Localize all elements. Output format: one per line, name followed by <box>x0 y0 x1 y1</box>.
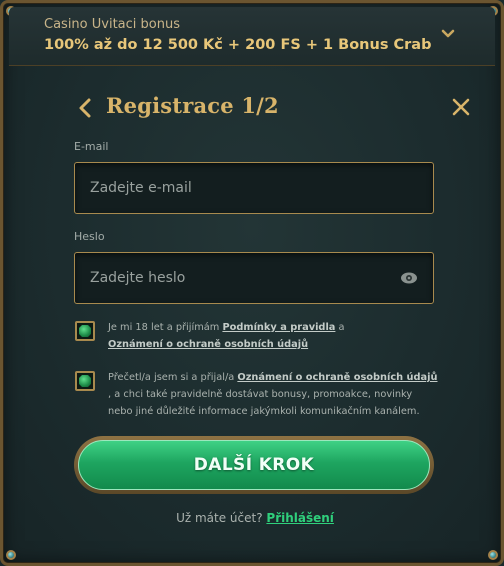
registration-header: Registrace 1/2 <box>77 93 471 123</box>
page-title: Registrace 1/2 <box>106 93 279 118</box>
corner-gem-icon <box>488 550 498 560</box>
terms-text-before: Je mi 18 let a přijímám <box>108 322 223 333</box>
next-step-button[interactable]: DALŠÍ KROK <box>78 440 430 490</box>
email-field-box <box>74 162 434 214</box>
bonus-header[interactable]: Casino Uvitaci bonus 100% až do 12 500 K… <box>9 7 495 66</box>
terms-consent-text: Je mi 18 let a přijímám Podmínky a pravi… <box>108 319 438 353</box>
marketing-text-after: , a chci také pravidelně dostávat bonusy… <box>108 389 420 417</box>
next-step-button-frame: DALŠÍ KROK <box>74 436 434 494</box>
green-gem-icon <box>79 375 91 387</box>
marketing-consent-text: Přečetl/a jsem si a přijal/a Oznámení o … <box>108 369 438 420</box>
terms-link[interactable]: Podmínky a pravidla <box>222 322 335 333</box>
chevron-down-icon[interactable] <box>441 27 455 41</box>
email-field[interactable] <box>90 163 390 213</box>
corner-gem-icon <box>6 550 16 560</box>
eye-icon[interactable] <box>400 271 418 285</box>
privacy-link[interactable]: Oznámení o ochraně osobních údajů <box>108 339 308 350</box>
chevron-left-icon[interactable] <box>77 97 93 119</box>
password-field[interactable] <box>90 253 390 303</box>
privacy-link-marketing[interactable]: Oznámení o ochraně osobních údajů <box>237 372 437 383</box>
terms-checkbox[interactable] <box>75 321 95 341</box>
email-label: E-mail <box>74 140 109 153</box>
marketing-checkbox[interactable] <box>75 371 95 391</box>
bonus-offer: 100% až do 12 500 Kč + 200 FS + 1 Bonus … <box>44 37 432 53</box>
terms-text-middle: a <box>335 322 345 333</box>
marketing-text-before: Přečetl/a jsem si a přijal/a <box>108 372 238 383</box>
registration-modal: Casino Uvitaci bonus 100% až do 12 500 K… <box>0 0 504 566</box>
password-label: Heslo <box>74 230 105 243</box>
login-link[interactable]: Přihlášení <box>266 511 334 525</box>
close-icon[interactable] <box>451 97 471 117</box>
password-field-box <box>74 252 434 304</box>
green-gem-icon <box>79 325 91 337</box>
bonus-title: Casino Uvitaci bonus <box>44 17 180 32</box>
login-prompt: Už máte účet? Přihlášení <box>3 511 504 525</box>
login-prompt-text: Už máte účet? <box>176 511 263 525</box>
